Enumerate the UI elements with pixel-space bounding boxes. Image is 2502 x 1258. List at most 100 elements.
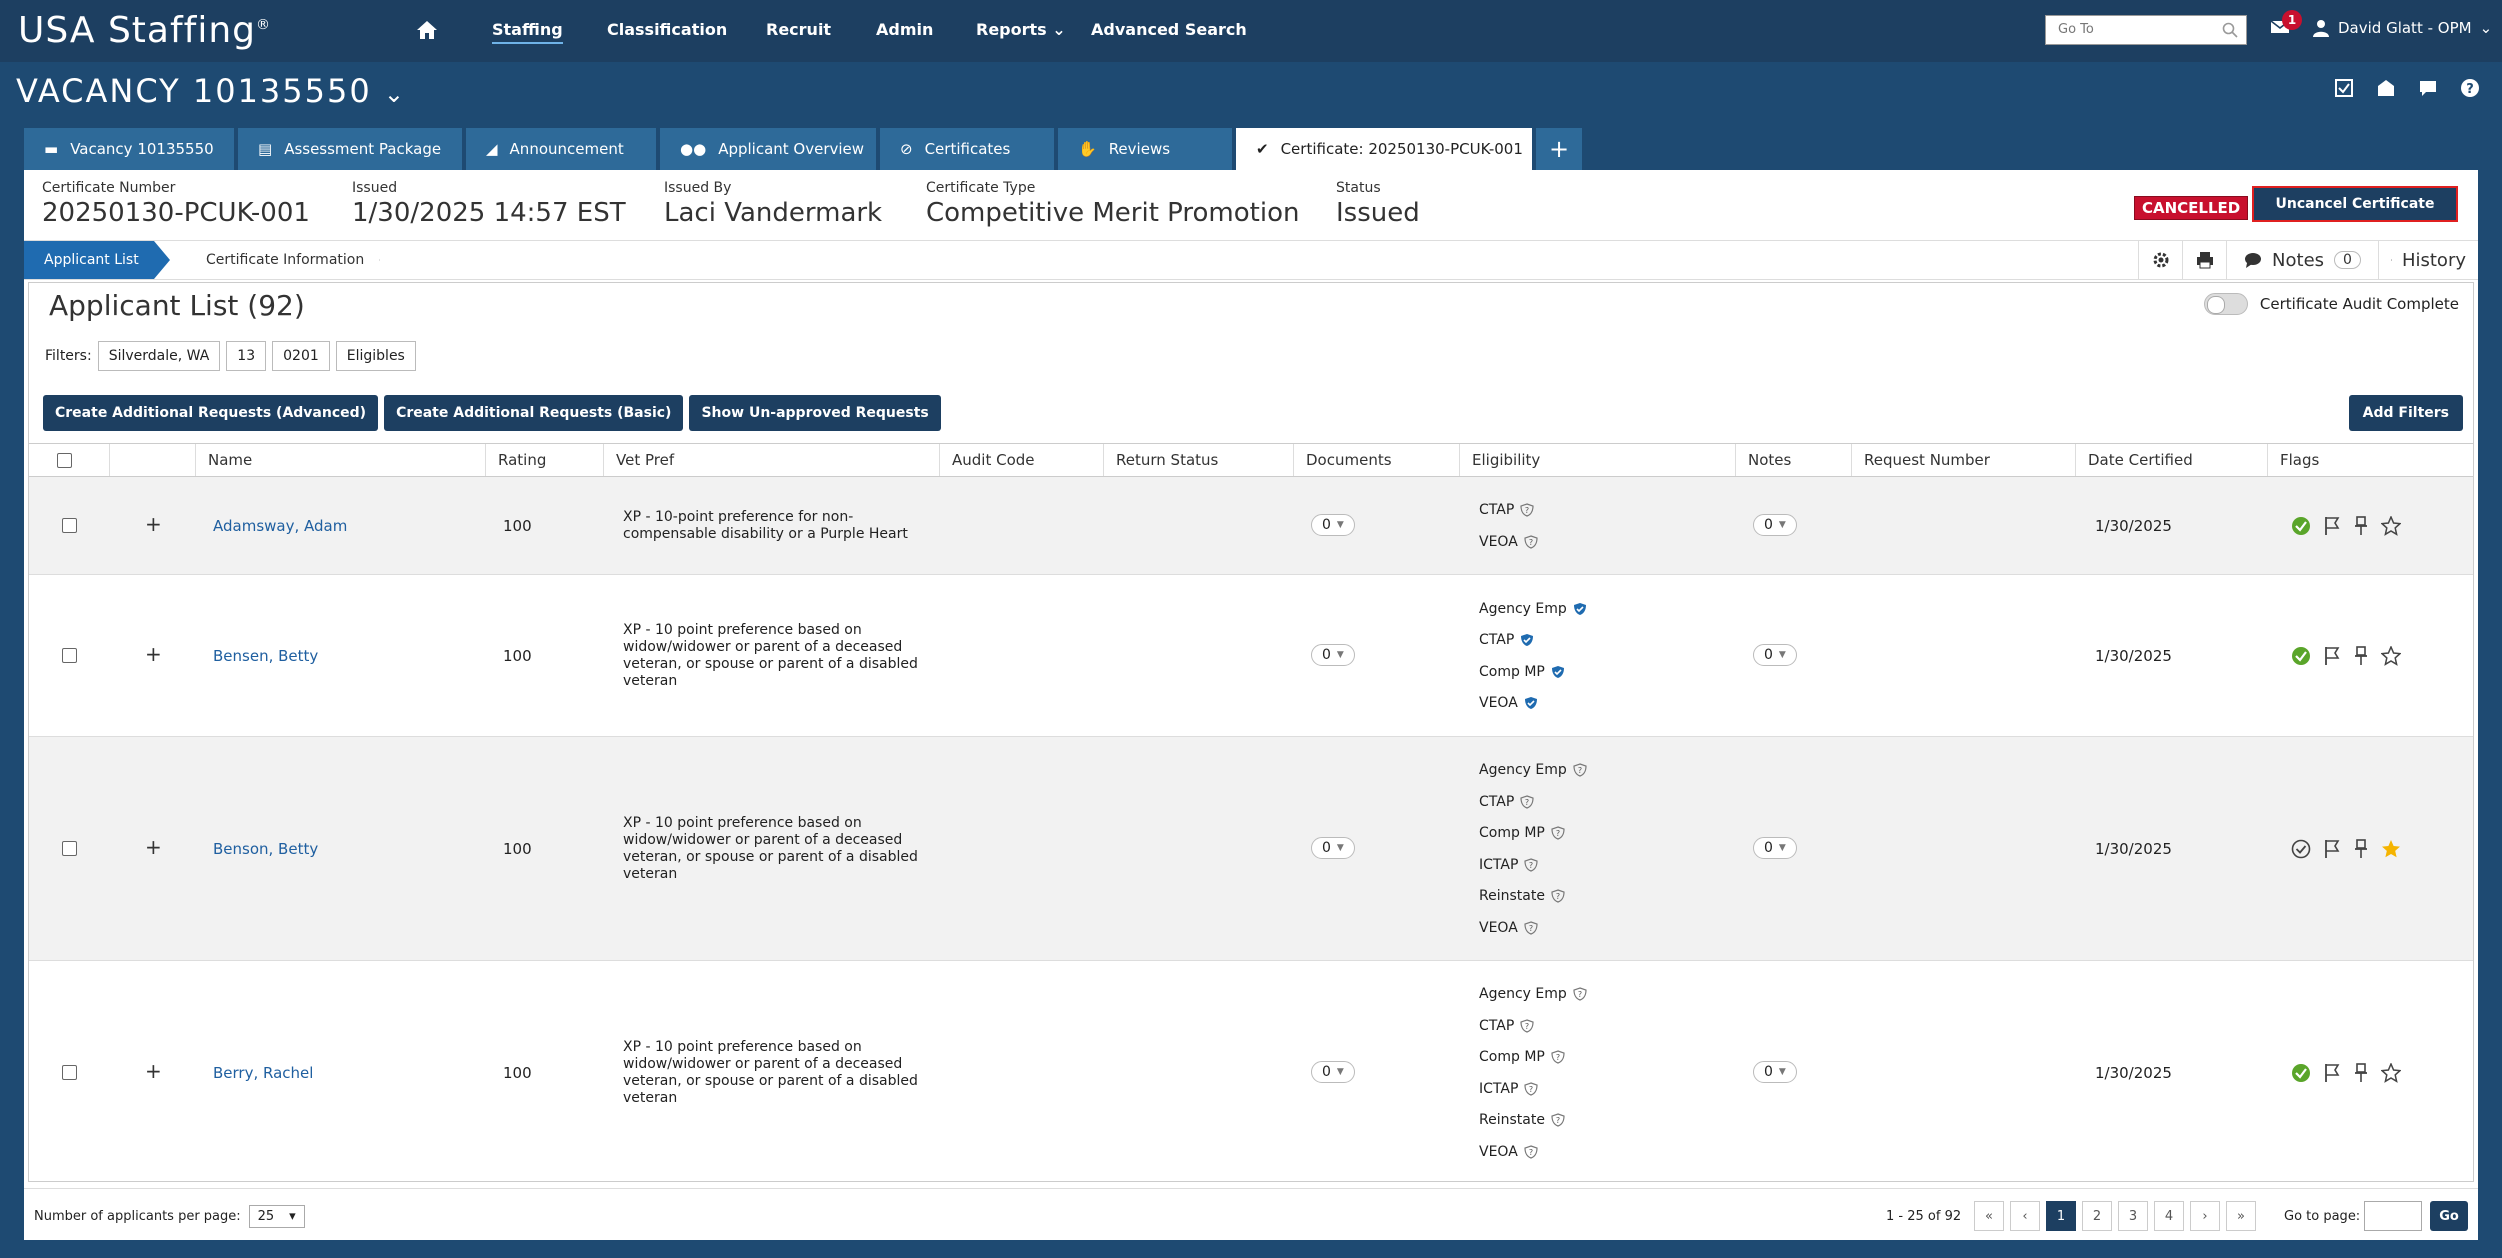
table-row[interactable]: + Bensen, Betty 100 XP - 10 point preferenc… xyxy=(29,575,2473,737)
flag-icon[interactable] xyxy=(2323,839,2341,859)
row-checkbox[interactable] xyxy=(62,841,77,856)
table-row[interactable]: + Benson, Betty 100 XP - 10 point preferenc… xyxy=(29,737,2473,961)
header-flags[interactable]: Flags xyxy=(2267,444,2473,476)
check-circle-icon[interactable] xyxy=(2291,646,2311,666)
tab-assessment-package[interactable]: ▤ Assessment Package xyxy=(238,128,462,170)
notes-dropdown[interactable]: 0 ▼ xyxy=(1753,837,1797,859)
help-icon[interactable]: ? xyxy=(2460,78,2480,98)
row-checkbox[interactable] xyxy=(62,1065,77,1080)
per-page-select[interactable]: 25 ▾ xyxy=(248,1205,305,1228)
pin-icon[interactable] xyxy=(2353,516,2369,536)
question-shield-icon[interactable]: ? xyxy=(1551,826,1565,840)
expand-row-button[interactable]: + xyxy=(145,1059,162,1083)
star-filled-icon[interactable] xyxy=(2381,839,2401,859)
check-circle-icon[interactable] xyxy=(2291,516,2311,536)
home-icon[interactable] xyxy=(416,20,438,40)
nav-reports[interactable]: Reports ⌄ xyxy=(976,20,1066,39)
create-requests-advanced-button[interactable]: Create Additional Requests (Advanced) xyxy=(43,395,379,431)
add-filters-button[interactable]: Add Filters xyxy=(2348,395,2463,431)
history-button[interactable]: History xyxy=(2378,241,2478,279)
question-shield-icon[interactable]: ? xyxy=(1524,1082,1538,1096)
expand-row-button[interactable]: + xyxy=(145,642,162,666)
filter-chip[interactable]: Silverdale, WA xyxy=(97,341,221,371)
filter-chip[interactable]: 0201 xyxy=(272,341,330,371)
question-shield-icon[interactable]: ? xyxy=(1520,503,1534,517)
tab-reviews[interactable]: ✋ Reviews xyxy=(1058,128,1232,170)
nav-recruit[interactable]: Recruit xyxy=(766,20,831,39)
question-shield-icon[interactable]: ? xyxy=(1520,795,1534,809)
check-circle-outline-icon[interactable] xyxy=(2291,839,2311,859)
nav-advanced-search[interactable]: Advanced Search xyxy=(1091,20,1247,39)
tab-announcement[interactable]: ◢ Announcement xyxy=(466,128,656,170)
inbox-icon[interactable] xyxy=(2376,78,2396,98)
documents-dropdown[interactable]: 0 ▼ xyxy=(1311,837,1355,859)
header-vet-pref[interactable]: Vet Pref xyxy=(603,444,939,476)
question-shield-icon[interactable]: ? xyxy=(1524,1145,1538,1159)
header-request-number[interactable]: Request Number xyxy=(1851,444,2075,476)
header-rating[interactable]: Rating xyxy=(485,444,603,476)
pin-icon[interactable] xyxy=(2353,1063,2369,1083)
user-menu[interactable]: David Glatt - OPM ⌄ xyxy=(2312,19,2492,37)
header-eligibility[interactable]: Eligibility xyxy=(1459,444,1735,476)
pin-icon[interactable] xyxy=(2353,839,2369,859)
header-name[interactable]: Name xyxy=(195,444,485,476)
question-shield-icon[interactable]: ? xyxy=(1524,921,1538,935)
question-shield-icon[interactable]: ? xyxy=(1524,535,1538,549)
pin-icon[interactable] xyxy=(2353,646,2369,666)
expand-row-button[interactable]: + xyxy=(145,835,162,859)
header-documents[interactable]: Documents xyxy=(1293,444,1459,476)
question-shield-icon[interactable]: ? xyxy=(1573,763,1587,777)
notes-dropdown[interactable]: 0 ▼ xyxy=(1753,1061,1797,1083)
applicant-name-link[interactable]: Berry, Rachel xyxy=(213,1064,313,1082)
header-audit-code[interactable]: Audit Code xyxy=(939,444,1103,476)
tab-vacancy[interactable]: ▬ Vacancy 10135550 xyxy=(24,128,234,170)
documents-dropdown[interactable]: 0 ▼ xyxy=(1311,514,1355,536)
question-shield-icon[interactable]: ? xyxy=(1520,1019,1534,1033)
star-outline-icon[interactable] xyxy=(2381,516,2401,536)
expand-row-button[interactable]: + xyxy=(145,512,162,536)
nav-admin[interactable]: Admin xyxy=(876,20,933,39)
tab-certificate-active[interactable]: ✔ Certificate: 20250130-PCUK-001 xyxy=(1236,128,1532,170)
filter-chip[interactable]: 13 xyxy=(226,341,267,371)
nav-classification[interactable]: Classification xyxy=(607,20,727,39)
documents-dropdown[interactable]: 0 ▼ xyxy=(1311,1061,1355,1083)
applicant-name-link[interactable]: Benson, Betty xyxy=(213,840,318,858)
add-tab-button[interactable]: + xyxy=(1536,128,1582,170)
go-button[interactable]: Go xyxy=(2430,1201,2468,1231)
question-shield-icon[interactable]: ? xyxy=(1573,987,1587,1001)
show-unapproved-button[interactable]: Show Un-approved Requests xyxy=(689,395,941,431)
star-outline-icon[interactable] xyxy=(2381,1063,2401,1083)
next-page-button[interactable]: › xyxy=(2190,1201,2220,1231)
notes-button[interactable]: Notes 0 xyxy=(2226,241,2378,279)
settings-button[interactable] xyxy=(2138,241,2182,279)
tab-applicant-overview[interactable]: ●● Applicant Overview xyxy=(660,128,876,170)
select-all-checkbox[interactable] xyxy=(57,452,72,468)
app-logo[interactable]: USA Staffing® xyxy=(18,10,271,51)
check-circle-icon[interactable] xyxy=(2291,1063,2311,1083)
flag-icon[interactable] xyxy=(2323,1063,2341,1083)
prev-page-button[interactable]: ‹ xyxy=(2010,1201,2040,1231)
goto-input[interactable]: Go To xyxy=(2045,15,2247,45)
comment-icon[interactable] xyxy=(2418,78,2438,98)
nav-staffing[interactable]: Staffing xyxy=(492,20,563,44)
question-shield-icon[interactable]: ? xyxy=(1524,858,1538,872)
flag-icon[interactable] xyxy=(2323,646,2341,666)
star-outline-icon[interactable] xyxy=(2381,646,2401,666)
table-row[interactable]: + Berry, Rachel 100 XP - 10 point preferenc… xyxy=(29,961,2473,1167)
row-checkbox[interactable] xyxy=(62,648,77,663)
question-shield-icon[interactable]: ? xyxy=(1551,889,1565,903)
checklist-icon[interactable] xyxy=(2334,78,2354,98)
last-page-button[interactable]: » xyxy=(2226,1201,2256,1231)
crumb-certificate-information[interactable]: Certificate Information xyxy=(184,241,380,279)
documents-dropdown[interactable]: 0 ▼ xyxy=(1311,644,1355,666)
vacancy-title[interactable]: VACANCY 10135550 ⌄ xyxy=(16,72,406,110)
header-return-status[interactable]: Return Status xyxy=(1103,444,1293,476)
goto-page-input[interactable] xyxy=(2364,1201,2422,1231)
page-2-button[interactable]: 2 xyxy=(2082,1201,2112,1231)
header-date-certified[interactable]: Date Certified xyxy=(2075,444,2267,476)
row-checkbox[interactable] xyxy=(62,518,77,533)
header-notes[interactable]: Notes xyxy=(1735,444,1851,476)
question-shield-icon[interactable]: ? xyxy=(1551,1050,1565,1064)
audit-complete-toggle[interactable] xyxy=(2203,293,2248,315)
notes-dropdown[interactable]: 0 ▼ xyxy=(1753,644,1797,666)
